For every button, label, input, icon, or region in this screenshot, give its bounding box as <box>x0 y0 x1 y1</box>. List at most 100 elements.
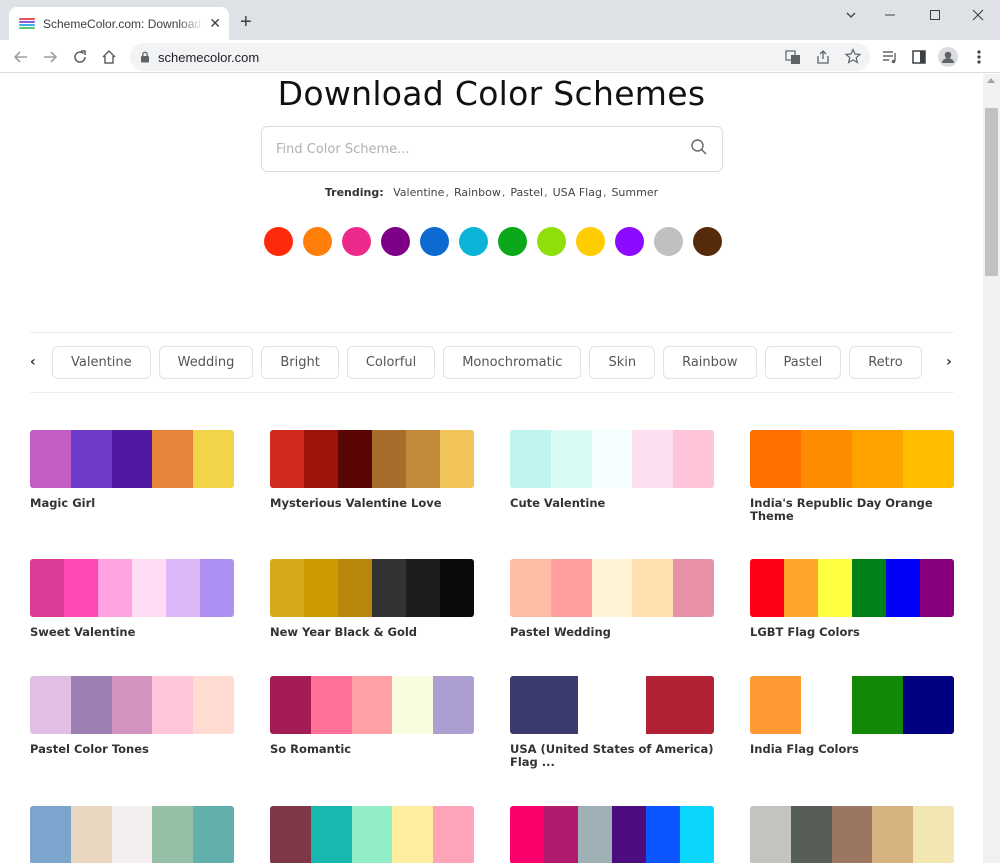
minimize-icon[interactable] <box>868 0 912 30</box>
category-chip[interactable]: Wedding <box>158 346 254 379</box>
scheme-card[interactable]: New Year Black & Gold <box>270 559 474 639</box>
menu-dots-icon[interactable] <box>969 47 989 67</box>
scheme-card[interactable] <box>270 806 474 863</box>
color-swatch[interactable] <box>30 676 234 734</box>
translate-icon[interactable] <box>785 49 801 69</box>
new-tab-button[interactable]: + <box>240 12 252 32</box>
swatch-color <box>550 559 592 617</box>
scheme-name[interactable]: India's Republic Day Orange Theme <box>750 497 954 523</box>
color-filter-dot[interactable] <box>576 227 605 256</box>
scheme-card[interactable] <box>30 806 234 863</box>
color-filter-dot[interactable] <box>459 227 488 256</box>
swatch-color <box>270 430 304 488</box>
color-filter-dot[interactable] <box>381 227 410 256</box>
scheme-card[interactable] <box>510 806 714 863</box>
chevron-right-icon[interactable]: › <box>946 354 952 370</box>
lock-icon[interactable] <box>140 48 150 67</box>
color-swatch[interactable] <box>270 430 474 488</box>
scheme-name[interactable]: Magic Girl <box>30 497 234 510</box>
color-filter-dot[interactable] <box>264 227 293 256</box>
trending-link[interactable]: Summer <box>611 186 658 199</box>
trending-link[interactable]: Rainbow <box>454 186 501 199</box>
reload-icon[interactable] <box>70 47 90 67</box>
scheme-name[interactable]: Pastel Wedding <box>510 626 714 639</box>
bookmark-star-icon[interactable] <box>844 48 862 68</box>
color-filter-dot[interactable] <box>342 227 371 256</box>
color-filter-dot[interactable] <box>303 227 332 256</box>
swatch-color <box>70 806 112 863</box>
scheme-card[interactable]: Magic Girl <box>30 430 234 510</box>
scheme-name[interactable]: Sweet Valentine <box>30 626 234 639</box>
category-chip[interactable]: Skin <box>589 346 656 379</box>
color-swatch[interactable] <box>510 806 714 863</box>
scheme-card[interactable]: So Romantic <box>270 676 474 756</box>
scheme-name[interactable]: Pastel Color Tones <box>30 743 234 756</box>
category-chip[interactable]: Colorful <box>346 346 436 379</box>
color-swatch[interactable] <box>510 676 714 734</box>
scheme-name[interactable]: New Year Black & Gold <box>270 626 474 639</box>
search-icon[interactable] <box>690 138 708 160</box>
color-swatch[interactable] <box>270 559 474 617</box>
maximize-icon[interactable] <box>913 0 957 30</box>
close-window-icon[interactable] <box>956 0 1000 30</box>
tab-close-icon[interactable]: ✕ <box>209 17 221 31</box>
scheme-card[interactable]: Cute Valentine <box>510 430 714 510</box>
trending-link[interactable]: USA Flag <box>553 186 602 199</box>
scheme-card[interactable]: India's Republic Day Orange Theme <box>750 430 954 523</box>
trending-link[interactable]: Valentine <box>393 186 444 199</box>
color-swatch[interactable] <box>30 559 234 617</box>
color-swatch[interactable] <box>750 430 954 488</box>
color-swatch[interactable] <box>30 430 234 488</box>
search-input[interactable] <box>276 141 690 157</box>
category-chip[interactable]: Monochromatic <box>443 346 582 379</box>
trending-link[interactable]: Pastel <box>510 186 543 199</box>
color-swatch[interactable] <box>750 806 954 863</box>
side-panel-icon[interactable] <box>909 47 929 67</box>
scheme-card[interactable]: Pastel Wedding <box>510 559 714 639</box>
scheme-card[interactable]: USA (United States of America) Flag ... <box>510 676 714 769</box>
page-scrollbar[interactable] <box>983 74 1000 863</box>
category-chip[interactable]: Rainbow <box>663 346 757 379</box>
reading-list-icon[interactable] <box>880 47 900 67</box>
profile-avatar-icon[interactable] <box>938 47 958 67</box>
color-swatch[interactable] <box>750 559 954 617</box>
color-filter-dot[interactable] <box>498 227 527 256</box>
address-bar[interactable]: schemecolor.com <box>130 43 870 71</box>
back-icon[interactable] <box>11 47 31 67</box>
color-filter-dot[interactable] <box>420 227 449 256</box>
color-swatch[interactable] <box>510 559 714 617</box>
color-swatch[interactable] <box>270 676 474 734</box>
scheme-card[interactable]: LGBT Flag Colors <box>750 559 954 639</box>
scheme-name[interactable]: Mysterious Valentine Love <box>270 497 474 510</box>
scheme-name[interactable]: LGBT Flag Colors <box>750 626 954 639</box>
forward-icon[interactable] <box>40 47 60 67</box>
scroll-thumb[interactable] <box>985 108 998 276</box>
scroll-up-arrow-icon[interactable] <box>987 78 995 83</box>
scheme-card[interactable]: Sweet Valentine <box>30 559 234 639</box>
scheme-name[interactable]: USA (United States of America) Flag ... <box>510 743 714 769</box>
tab-search-icon[interactable] <box>829 0 873 30</box>
scheme-name[interactable]: India Flag Colors <box>750 743 954 756</box>
category-chip[interactable]: Valentine <box>52 346 151 379</box>
category-chip[interactable]: Retro <box>849 346 922 379</box>
browser-tab[interactable]: SchemeColor.com: Download, create & shar… <box>9 7 229 40</box>
category-chip[interactable]: Pastel <box>764 346 842 379</box>
scheme-card[interactable]: Mysterious Valentine Love <box>270 430 474 510</box>
home-icon[interactable] <box>99 47 119 67</box>
scheme-card[interactable] <box>750 806 954 863</box>
scheme-name[interactable]: So Romantic <box>270 743 474 756</box>
color-swatch[interactable] <box>30 806 234 863</box>
chevron-left-icon[interactable]: ‹ <box>30 354 36 370</box>
color-swatch[interactable] <box>270 806 474 863</box>
share-icon[interactable] <box>815 49 831 69</box>
color-swatch[interactable] <box>750 676 954 734</box>
color-filter-dot[interactable] <box>693 227 722 256</box>
color-swatch[interactable] <box>510 430 714 488</box>
color-filter-dot[interactable] <box>615 227 644 256</box>
color-filter-dot[interactable] <box>654 227 683 256</box>
scheme-card[interactable]: India Flag Colors <box>750 676 954 756</box>
scheme-card[interactable]: Pastel Color Tones <box>30 676 234 756</box>
category-chip[interactable]: Bright <box>261 346 339 379</box>
color-filter-dot[interactable] <box>537 227 566 256</box>
scheme-name[interactable]: Cute Valentine <box>510 497 714 510</box>
